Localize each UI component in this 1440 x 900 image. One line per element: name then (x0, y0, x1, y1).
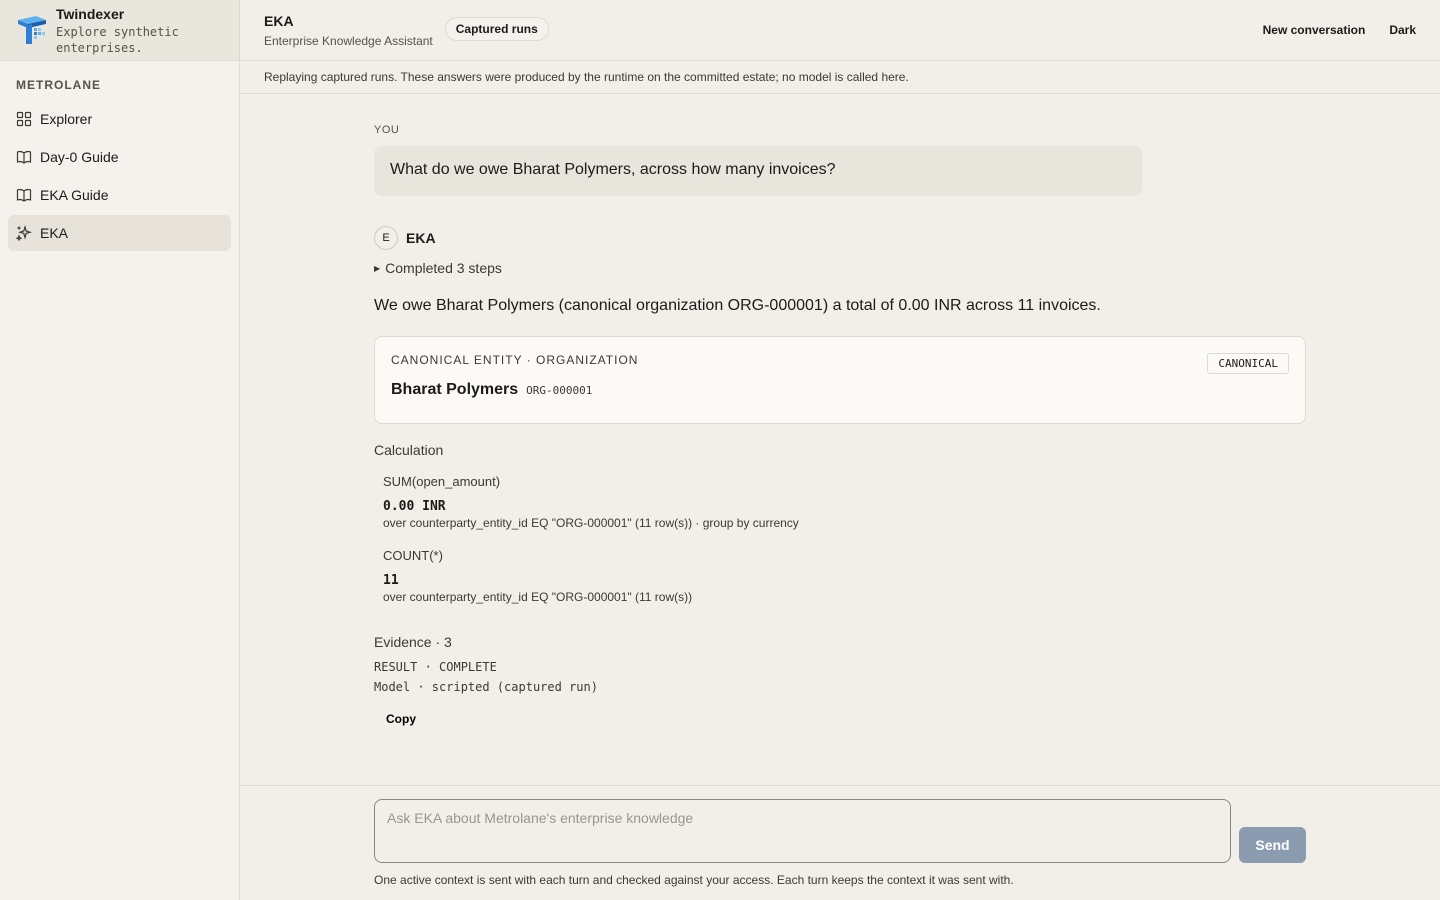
steps-disclosure[interactable]: ▶ Completed 3 steps (374, 260, 502, 276)
assistant-answer: We owe Bharat Polymers (canonical organi… (374, 297, 1101, 314)
assistant-name: EKA (406, 230, 436, 246)
workspace-label: METROLANE (16, 78, 101, 92)
calculation-item: SUM(open_amount) 0.00 INR over counterpa… (383, 474, 799, 530)
sparkle-icon (16, 225, 32, 241)
evidence-model: Model · scripted (captured run) (374, 680, 598, 694)
calculation-description: over counterparty_entity_id EQ "ORG-0000… (383, 590, 693, 604)
calculation-function: SUM(open_amount) (383, 474, 501, 489)
entity-name: Bharat Polymers (391, 381, 519, 398)
assistant-header: E EKA (374, 226, 436, 250)
canonical-badge: CANONICAL (1207, 353, 1289, 374)
assistant-avatar: E (374, 226, 398, 250)
entity-eyebrow: CANONICAL ENTITY · ORGANIZATION (391, 353, 639, 367)
sidebar-item-label: Day-0 Guide (40, 149, 119, 165)
composer: Send One active context is sent with eac… (240, 785, 1440, 900)
evidence-result: RESULT · COMPLETE (374, 660, 497, 674)
brand-name: Twindexer (56, 6, 125, 22)
brand-tagline: Explore synthetic enterprises. (56, 25, 179, 55)
top-header: EKA Enterprise Knowledge Assistant Captu… (240, 0, 1440, 61)
sidebar-item-label: Explorer (40, 111, 93, 127)
page-subtitle: Enterprise Knowledge Assistant (264, 33, 433, 48)
theme-toggle-button[interactable]: Dark (1389, 23, 1416, 37)
calculation-description: over counterparty_entity_id EQ "ORG-0000… (383, 516, 799, 530)
sidebar-item-label: EKA Guide (40, 187, 109, 203)
page-title: EKA (264, 12, 294, 29)
sidebar-nav: Explorer Day-0 Guide EKA Guide EKA (0, 101, 239, 251)
grid-icon (16, 111, 32, 127)
calculation-function: COUNT(*) (383, 548, 443, 563)
replay-banner: Replaying captured runs. These answers w… (240, 61, 1440, 94)
sidebar: Twindexer Explore synthetic enterprises.… (0, 0, 240, 900)
book-icon (16, 188, 32, 202)
sidebar-item-day0-guide[interactable]: Day-0 Guide (8, 139, 231, 175)
evidence-title: Evidence · 3 (374, 634, 452, 650)
calculation-value: 0.00 INR (383, 499, 446, 514)
copy-button[interactable]: Copy (374, 708, 428, 730)
sidebar-item-explorer[interactable]: Explorer (8, 101, 231, 137)
twindexer-logo-icon (18, 16, 46, 44)
brand-header: Twindexer Explore synthetic enterprises. (0, 0, 239, 61)
user-question: What do we owe Bharat Polymers, across h… (374, 146, 1142, 196)
steps-label: Completed 3 steps (385, 260, 502, 276)
entity-id: ORG-000001 (526, 384, 593, 397)
user-label: YOU (374, 124, 400, 136)
sidebar-item-eka[interactable]: EKA (8, 215, 231, 251)
triangle-right-icon: ▶ (374, 264, 381, 273)
calculation-value: 11 (383, 573, 399, 588)
message-input[interactable] (374, 799, 1231, 863)
composer-note: One active context is sent with each tur… (374, 873, 1014, 887)
sidebar-item-eka-guide[interactable]: EKA Guide (8, 177, 231, 213)
captured-runs-pill[interactable]: Captured runs (444, 17, 549, 41)
entity-card: CANONICAL ENTITY · ORGANIZATION Bharat P… (374, 336, 1306, 424)
book-icon (16, 150, 32, 164)
calculation-item: COUNT(*) 11 over counterparty_entity_id … (383, 548, 692, 604)
new-conversation-button[interactable]: New conversation (1263, 23, 1366, 37)
sidebar-item-label: EKA (40, 225, 69, 241)
calculation-title: Calculation (374, 442, 444, 458)
send-button[interactable]: Send (1239, 827, 1306, 863)
